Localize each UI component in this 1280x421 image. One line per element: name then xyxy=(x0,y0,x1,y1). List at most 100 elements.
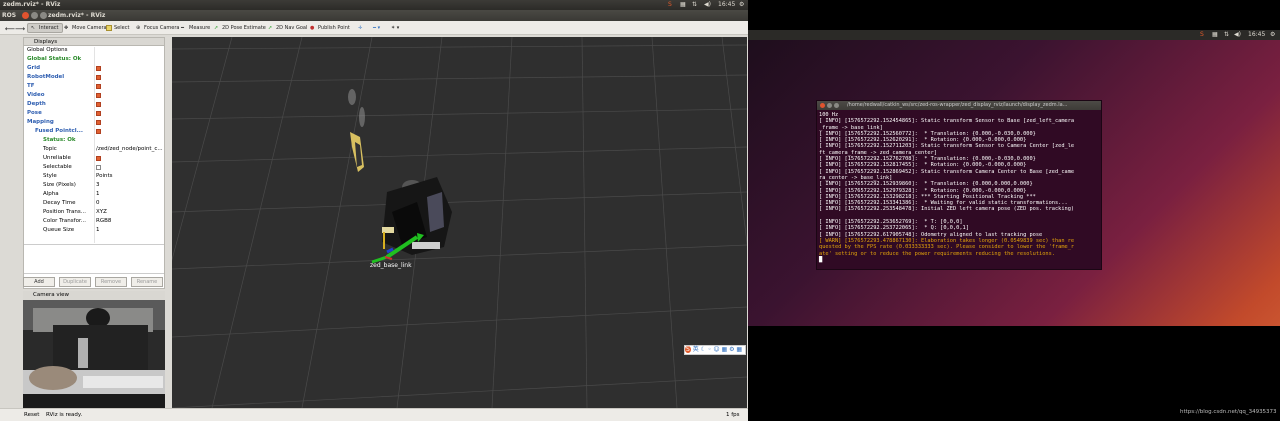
tool-focus-camera[interactable]: ⊕ Focus Camera xyxy=(133,23,183,33)
display-row-label: Global Status: Ok xyxy=(27,56,82,62)
tool-2d-pose-estimate[interactable]: ➚ 2D Pose Estimate xyxy=(211,23,269,33)
display-checkbox[interactable] xyxy=(96,93,101,98)
network-icon-2[interactable]: ⇅ xyxy=(1224,31,1229,38)
window-title-text: zedm.rviz* - RViz xyxy=(48,12,106,19)
display-checkbox[interactable] xyxy=(96,129,101,134)
terminal-close-icon[interactable] xyxy=(820,103,825,108)
crosshair-icon[interactable]: ✛ xyxy=(355,23,365,33)
display-checkbox[interactable] xyxy=(96,120,101,125)
publish-point-icon: ● xyxy=(310,25,315,31)
rename-button[interactable]: Rename xyxy=(131,277,163,287)
sogou-icon[interactable]: S xyxy=(685,346,691,353)
terminal-output: 100 Hz[ INFO] [1576572292.152454865]: St… xyxy=(817,110,1101,265)
display-row-label: Size (Pixels) xyxy=(43,182,76,188)
display-row-label: Status: Ok xyxy=(43,137,76,143)
tool-interact[interactable]: ↖ Interact xyxy=(27,23,63,33)
network-icon[interactable]: ⇅ xyxy=(692,1,697,8)
display-row-label: Video xyxy=(27,92,45,98)
input-method-icon-2[interactable]: S xyxy=(1200,31,1204,38)
displays-panel: Displays Global Options Global Status: Ok… xyxy=(23,37,165,289)
window-title: zedm.rviz* - RViz xyxy=(3,1,61,8)
displays-header: Displays xyxy=(24,38,164,46)
display-row-label: Grid xyxy=(27,65,41,71)
terminal-minimize-icon[interactable] xyxy=(827,103,832,108)
display-row-label: Decay Time xyxy=(43,200,76,206)
status-bar: Reset RViz is ready. 1 fps xyxy=(0,408,748,421)
clock-2[interactable]: 16:45 xyxy=(1248,31,1265,38)
sparkle-icon[interactable]: ✶ ▾ xyxy=(388,23,402,33)
display-row-label: TF xyxy=(27,83,35,89)
tool-measure[interactable]: ━ Measure xyxy=(178,23,213,33)
point-cloud xyxy=(348,89,452,255)
title-bar: ROS zedm.rviz* - RViz xyxy=(0,10,748,21)
input-method-icon[interactable]: S xyxy=(668,1,672,8)
display-row-value: /zed/zed_node/point_c... xyxy=(96,146,163,152)
add-button[interactable]: Add xyxy=(23,277,55,287)
display-row-label: Selectable xyxy=(43,164,72,170)
clock[interactable]: 16:45 xyxy=(718,1,735,8)
keyboard-icon-2[interactable]: ▦ xyxy=(1212,31,1218,38)
close-icon[interactable] xyxy=(22,12,29,19)
black-band-bottom xyxy=(748,326,1280,421)
display-row-label: Position Trans... xyxy=(43,209,86,215)
terminal-maximize-icon[interactable] xyxy=(834,103,839,108)
minimize-icon[interactable] xyxy=(31,12,38,19)
display-row-label: Alpha xyxy=(43,191,59,197)
terminal-line: [ INFO] [1576572292.152454865]: Static t… xyxy=(819,118,1075,125)
fps-label: 1 fps xyxy=(726,412,740,418)
pose-estimate-icon: ➚ xyxy=(214,25,219,31)
tool-select[interactable]: Select xyxy=(103,23,132,33)
display-row-label: Queue Size xyxy=(43,227,75,233)
display-checkbox[interactable] xyxy=(96,156,101,161)
minus-icon[interactable]: ━ ▾ xyxy=(370,23,383,33)
power-icon[interactable]: ⚙ xyxy=(739,1,744,8)
left-gutter xyxy=(0,36,22,408)
black-band-top xyxy=(748,0,1280,30)
display-row-label: Unreliable xyxy=(43,155,71,161)
keyboard-icon[interactable]: ▦ xyxy=(680,1,686,8)
3d-viewport[interactable]: zed_base_link xyxy=(172,37,747,408)
toolbar: ⟵ ⟶ ↖ Interact ✥ Move Camera Select ⊕ Focus… xyxy=(0,21,748,35)
status-message: RViz is ready. xyxy=(46,412,83,418)
camera-feed xyxy=(23,300,165,408)
duplicate-button[interactable]: Duplicate xyxy=(59,277,91,287)
terminal-title: /home/redwall/catkin_ws/src/zed-ros-wrap… xyxy=(847,102,1068,108)
terminal-line: █ xyxy=(819,256,823,263)
display-row-label: RobotModel xyxy=(27,74,65,80)
terminal-window[interactable]: /home/redwall/catkin_ws/src/zed-ros-wrap… xyxy=(816,100,1102,270)
power-icon-2[interactable]: ⚙ xyxy=(1270,31,1275,38)
volume-icon[interactable]: ◀) xyxy=(704,1,711,8)
tool-2d-nav-goal[interactable]: ➚ 2D Nav Goal xyxy=(265,23,310,33)
frame-label: zed_base_link xyxy=(370,262,412,269)
measure-icon: ━ xyxy=(181,25,185,31)
right-top-panel: S ▦ ⇅ ◀) 16:45 ⚙ xyxy=(748,30,1280,40)
display-checkbox[interactable] xyxy=(96,66,101,71)
watermark: https://blog.csdn.net/qq_34935373 xyxy=(1180,409,1277,415)
tool-publish-point[interactable]: ● Publish Point xyxy=(307,23,353,33)
display-checkbox[interactable] xyxy=(96,165,101,170)
terminal-title-bar: /home/redwall/catkin_ws/src/zed-ros-wrap… xyxy=(817,101,1101,110)
top-panel: zedm.rviz* - RViz S ▦ ⇅ ◀) 16:45 ⚙ xyxy=(0,0,748,10)
display-row-value: Points xyxy=(96,173,113,179)
display-checkbox[interactable] xyxy=(96,75,101,80)
display-row-label: Color Transfor... xyxy=(43,218,86,224)
forward-arrow-icon[interactable]: ⟶ xyxy=(12,24,28,34)
display-checkbox[interactable] xyxy=(96,84,101,89)
ime-toolbar[interactable]: S 英 ☾ ◦ ☺ ▦ ⚙ ▦ xyxy=(684,345,746,355)
column-divider xyxy=(94,47,95,243)
display-checkbox[interactable] xyxy=(96,102,101,107)
display-checkbox[interactable] xyxy=(96,111,101,116)
reset-button[interactable]: Reset xyxy=(24,412,39,418)
nav-goal-icon: ➚ xyxy=(268,25,273,31)
maximize-icon[interactable] xyxy=(40,12,47,19)
display-row-label: Pose xyxy=(27,110,42,116)
display-row-value: 3 xyxy=(96,182,100,188)
camera-view-image xyxy=(23,300,165,408)
camera-view-header: Camera view xyxy=(23,291,165,300)
select-icon xyxy=(106,25,112,31)
description-box xyxy=(24,244,164,274)
focus-camera-icon: ⊕ xyxy=(136,25,141,31)
volume-icon-2[interactable]: ◀) xyxy=(1234,31,1241,38)
remove-button[interactable]: Remove xyxy=(95,277,127,287)
display-row-label: Depth xyxy=(27,101,46,107)
